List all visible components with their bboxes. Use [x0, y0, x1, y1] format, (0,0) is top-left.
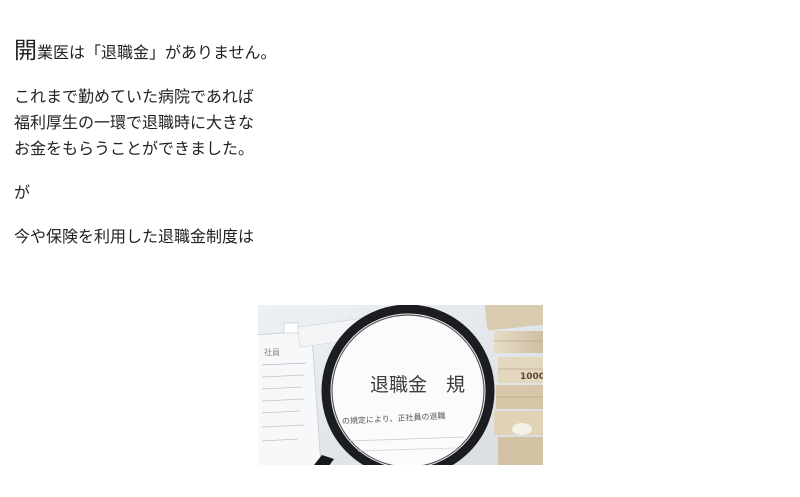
- drop-cap: 開: [14, 38, 37, 64]
- paragraph-hospital: これまで勤めていた病院であれば 福利厚生の一環で退職時に大きな お金をもらうこと…: [14, 84, 784, 162]
- banknote-label: 1000: [520, 372, 543, 382]
- paragraph-line: これまで勤めていた病院であれば: [14, 87, 254, 106]
- article-image: 社員 1000 退職金 規 の規定により、正社員の退職: [258, 305, 543, 465]
- paragraph-line: 福利厚生の一環で退職時に大きな: [14, 113, 255, 132]
- paragraph-insurance: 今や保険を利用した退職金制度は: [14, 227, 255, 246]
- lead-sentence-text: 業医は「退職金」がありません。: [37, 43, 277, 62]
- lens-text-main: 退職金 規: [370, 374, 465, 396]
- article-body: 開業医は「退職金」がありません。 これまで勤めていた病院であれば 福利厚生の一環…: [14, 38, 784, 268]
- background-document: 社員: [258, 330, 322, 465]
- paragraph-but: が: [14, 183, 31, 202]
- magnifier-photo: 社員 1000 退職金 規 の規定により、正社員の退職: [258, 305, 543, 465]
- lead-sentence: 開業医は「退職金」がありません。: [14, 38, 784, 66]
- document-header: 社員: [264, 347, 280, 357]
- paragraph-line: お金をもらうことができました。: [14, 139, 255, 158]
